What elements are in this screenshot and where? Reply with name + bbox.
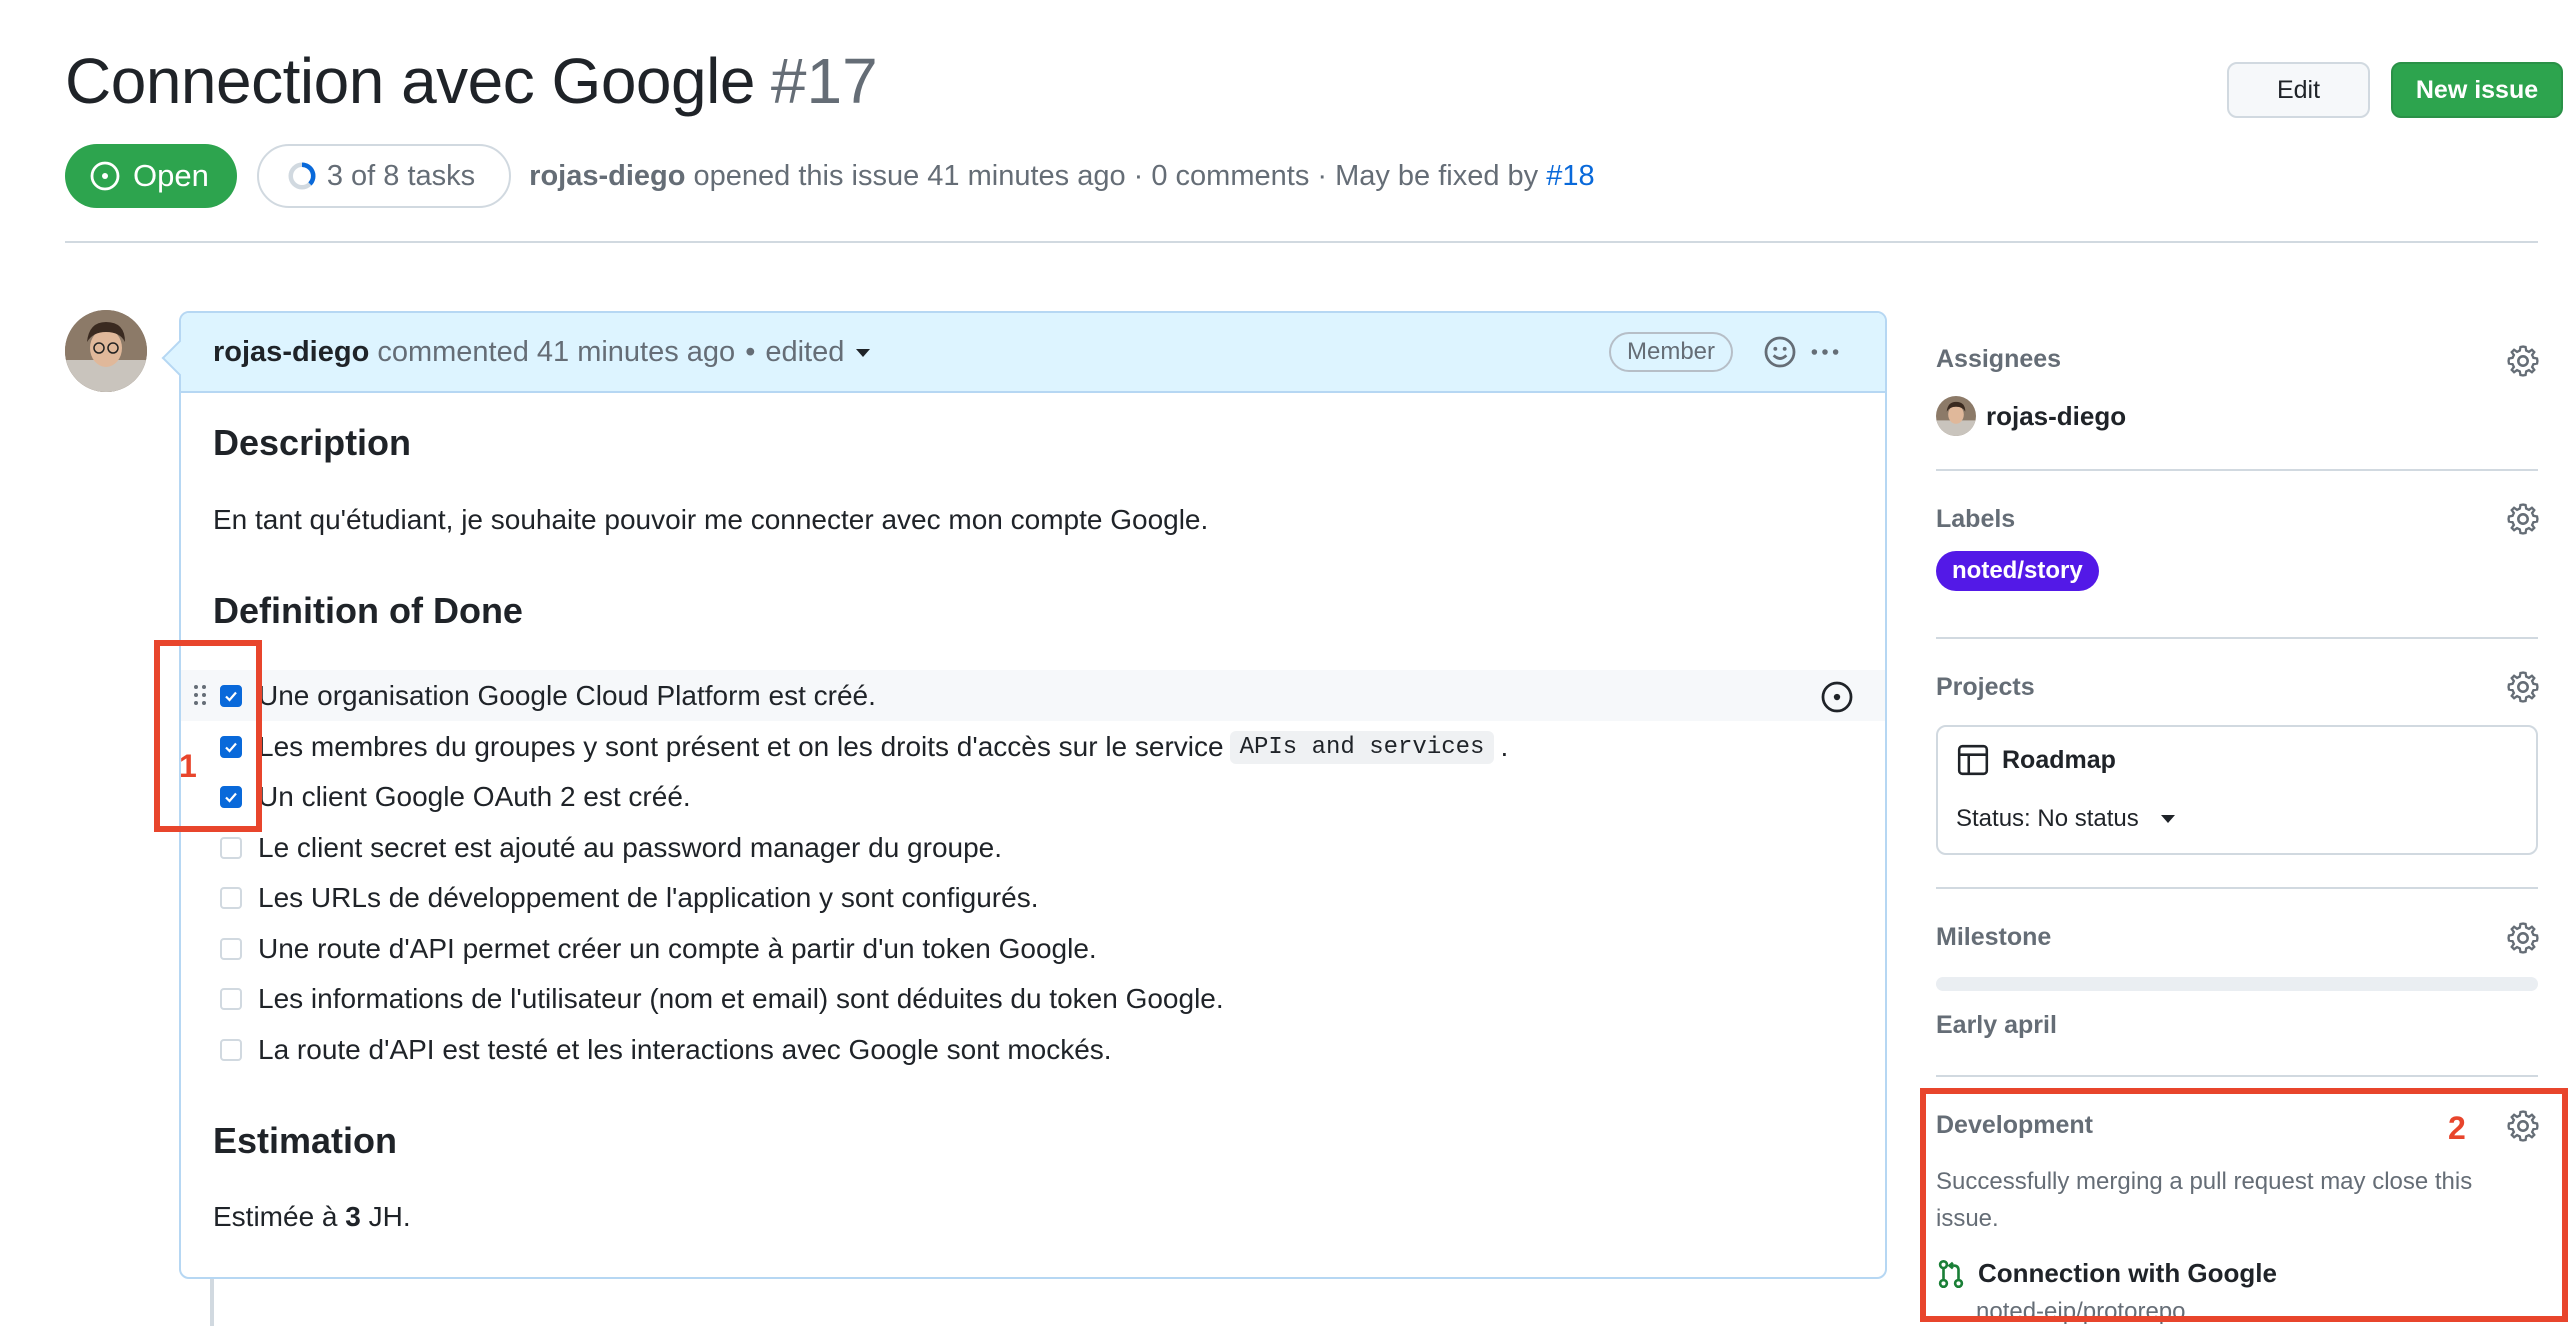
edited-label: edited [765,335,845,368]
task-label: Les URLs de développement de l'applicati… [258,882,1039,913]
estimation-suffix: JH. [360,1201,411,1232]
header-divider [65,241,2538,243]
annotation-number-1: 1 [179,748,197,784]
issue-meta-row: Open 3 of 8 tasks rojas-diego opened thi… [65,144,1595,208]
task-item: Les URLs de développement de l'applicati… [220,879,1039,917]
assignee-name: rojas-diego [1986,400,2127,431]
estimation-value: 3 [345,1201,361,1232]
labels-gear-icon[interactable] [2506,502,2540,541]
state-label: Open [133,158,209,193]
sidebar-divider [1936,469,2538,471]
issue-title-row: Connection avec Google #17 [65,44,878,118]
task-item: Les informations de l'utilisateur (nom e… [220,980,1224,1018]
state-badge: Open [65,144,237,208]
task-label: Une organisation Google Cloud Platform e… [258,680,876,711]
kebab-horizontal-icon [1811,349,1839,355]
issue-author-link[interactable]: rojas-diego [529,160,685,192]
task-checkbox[interactable] [220,837,242,859]
task-item: Une organisation Google Cloud Platform e… [220,677,876,715]
task-item: Le client secret est ajouté au password … [220,829,1002,867]
timeline-line [210,1279,214,1326]
comment-author-avatar[interactable] [65,310,147,392]
annotation-box-checkboxes [154,640,262,832]
chevron-down-icon [2160,815,2175,823]
add-reaction-button[interactable] [1763,335,1797,377]
task-label: Une route d'API permet créer un compte à… [258,933,1097,964]
issue-meta-description: opened this issue 41 minutes ago · 0 com… [693,159,1539,192]
issue-opened-icon [90,161,120,191]
edit-button[interactable]: Edit [2227,62,2370,118]
comment-options-button[interactable] [1808,335,1842,377]
estimation-text: Estimée à 3 JH. [213,1201,411,1233]
assignees-gear-icon[interactable] [2506,344,2540,383]
edited-dropdown[interactable]: edited [765,335,871,369]
estimation-heading: Estimation [213,1120,398,1161]
annotation-box-development [1920,1088,2568,1322]
milestone-gear-icon[interactable] [2506,921,2540,960]
project-link[interactable]: Roadmap [1956,743,2116,777]
tasks-progress-pill[interactable]: 3 of 8 tasks [256,144,512,208]
fixed-by-pr-link[interactable]: #18 [1546,160,1594,192]
progress-ring-icon [288,162,316,190]
task-checkbox[interactable] [220,988,242,1010]
sidebar-divider [1936,1075,2538,1077]
new-issue-button[interactable]: New issue [2391,62,2563,118]
comment-header: rojas-diego commented 41 minutes ago • e… [181,313,1885,393]
label-badge[interactable]: noted/story [1936,551,2099,591]
task-checkbox[interactable] [220,1039,242,1061]
task-item: Les membres du groupes y sont présent et… [220,728,1508,766]
smiley-icon [1764,336,1796,368]
task-label: Le client secret est ajouté au password … [258,832,1003,863]
header-separator: • [745,335,756,368]
labels-heading[interactable]: Labels [1936,505,2015,534]
project-name: Roadmap [2002,745,2116,774]
definition-of-done-heading: Definition of Done [213,590,523,631]
chevron-down-icon [856,348,871,357]
sidebar-divider [1936,637,2538,639]
member-badge: Member [1609,332,1734,372]
assignee-item[interactable]: rojas-diego [1936,396,2126,436]
task-label: Les membres du groupes y sont présent et… [258,731,1224,762]
tasks-progress-label: 3 of 8 tasks [326,159,476,192]
issue-number: #17 [770,45,878,117]
task-checkbox[interactable] [220,887,242,909]
issue-meta-text: rojas-diego opened this issue 41 minutes… [529,160,1594,193]
comment-time[interactable]: commented 41 minutes ago [377,336,735,369]
convert-to-issue-icon[interactable] [1820,680,1854,719]
task-label-suffix: . [1500,731,1509,762]
annotation-number-2: 2 [2448,1110,2466,1146]
estimation-prefix: Estimée à [213,1201,346,1232]
project-status-dropdown[interactable]: Status: No status [1956,805,2175,833]
task-label: La route d'API est testé et les interact… [258,1034,1112,1065]
description-heading: Description [213,422,412,463]
assignees-heading[interactable]: Assignees [1936,345,2061,374]
projects-gear-icon[interactable] [2506,670,2540,709]
projects-heading[interactable]: Projects [1936,673,2035,702]
assignee-avatar [1936,396,1976,436]
issue-title: Connection avec Google [65,45,755,117]
task-label: Les informations de l'utilisateur (nom e… [258,983,1224,1014]
task-item: La route d'API est testé et les interact… [220,1031,1112,1069]
description-text: En tant qu'étudiant, je souhaite pouvoir… [213,504,1209,535]
table-icon [1957,744,1989,776]
milestone-progress-bar [1936,977,2538,991]
inline-code: APIs and services [1229,730,1495,764]
task-item: Une route d'API permet créer un compte à… [220,930,1097,968]
sidebar-divider [1936,887,2538,889]
milestone-link[interactable]: Early april [1936,1011,2057,1040]
comment-author-link[interactable]: rojas-diego [213,336,369,369]
project-card: Roadmap Status: No status [1936,725,2538,855]
task-checkbox[interactable] [220,938,242,960]
task-label: Un client Google OAuth 2 est créé. [258,781,691,812]
milestone-heading[interactable]: Milestone [1936,923,2051,952]
project-status-label: Status: No status [1956,805,2139,832]
task-item: Un client Google OAuth 2 est créé. [220,778,691,816]
